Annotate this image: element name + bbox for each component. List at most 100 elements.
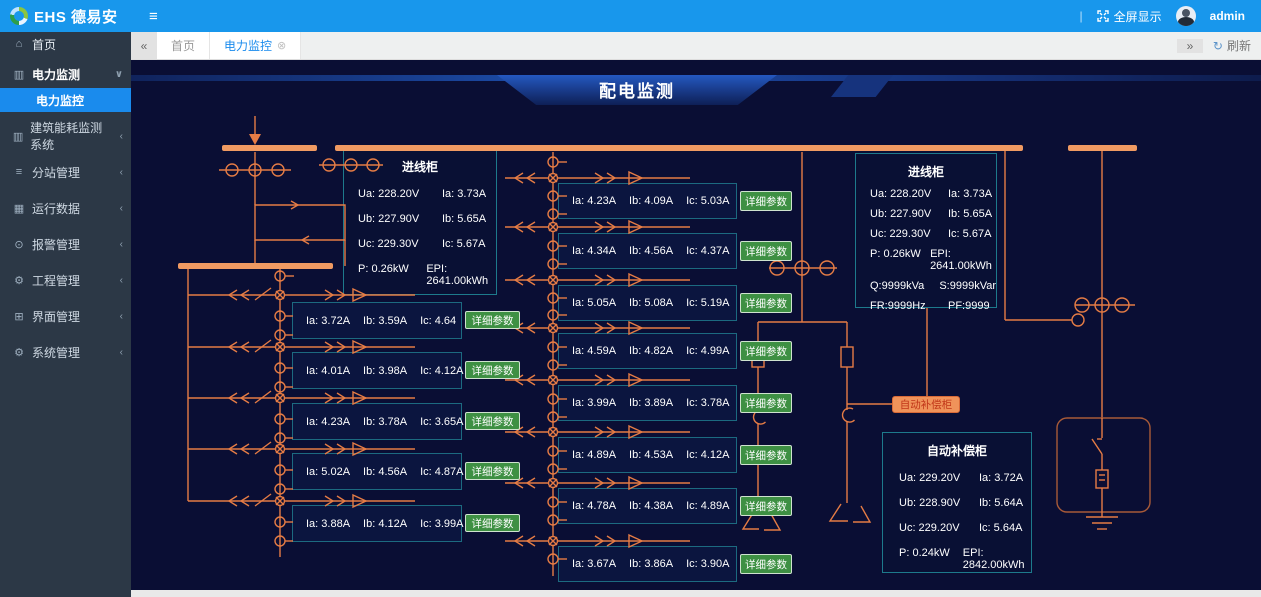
sidebar-item-building-energy[interactable]: ▥ 建筑能耗监测系统 ‹ xyxy=(0,124,131,148)
gear-icon: ⚙ xyxy=(12,346,26,359)
tab-label: 首页 xyxy=(171,37,195,54)
ia-value: Ia: 4.59A xyxy=(572,345,616,357)
brand-text: EHS 德易安 xyxy=(34,6,118,27)
detail-params-button[interactable]: 详细参数 xyxy=(740,341,792,361)
chevron-left-icon: ‹ xyxy=(120,311,123,322)
detail-params-button[interactable]: 详细参数 xyxy=(465,462,520,480)
sidebar-item-label: 运行数据 xyxy=(32,200,80,217)
alarm-icon: ⊙ xyxy=(12,238,26,251)
sidebar-item-label: 首页 xyxy=(32,36,56,53)
metric: Ua: 228.20V xyxy=(870,188,948,200)
user-avatar[interactable] xyxy=(1176,6,1196,26)
auto-compensation-button[interactable]: 自动补偿柜 xyxy=(892,396,960,413)
sidebar-item-label: 分站管理 xyxy=(32,164,80,181)
compensation-cabinet-panel: 自动补偿柜 Ua: 229.20VIa: 3.72A Ub: 228.90VIb… xyxy=(882,432,1032,573)
ia-value: Ia: 4.78A xyxy=(572,500,616,512)
ia-value: Ia: 4.89A xyxy=(572,449,616,461)
ia-value: Ia: 4.34A xyxy=(572,245,616,257)
feeder-reading-box: Ia: 4.78AIb: 4.38AIc: 4.89A xyxy=(558,488,737,524)
metric: Ua: 228.20V xyxy=(358,188,442,200)
ia-value: Ia: 3.88A xyxy=(306,518,350,530)
detail-params-button[interactable]: 详细参数 xyxy=(740,445,792,465)
chevron-down-icon: ∨ xyxy=(115,69,123,80)
fullscreen-button[interactable]: 全屏显示 xyxy=(1097,8,1162,25)
tab-power-monitor[interactable]: 电力监控 ⊗ xyxy=(210,32,301,59)
metric: EPI: 2641.00kWh xyxy=(930,248,996,272)
metric: Ic: 5.67A xyxy=(948,228,991,240)
metric: P: 0.26kW xyxy=(870,248,930,272)
ic-value: Ic: 4.99A xyxy=(686,345,729,357)
incoming-cabinet-left-panel: 进线柜 Ua: 228.20VIa: 3.73A Ub: 227.90VIb: … xyxy=(343,148,497,295)
ic-value: Ic: 3.99A xyxy=(420,518,463,530)
tab-label: 电力监控 xyxy=(224,37,272,54)
detail-params-button[interactable]: 详细参数 xyxy=(740,554,792,574)
sidebar-item-engineering[interactable]: ⚙ 工程管理 ‹ xyxy=(0,268,131,292)
panel-title: 进线柜 xyxy=(344,149,496,175)
ib-value: Ib: 4.09A xyxy=(629,195,673,207)
metric: Ib: 5.64A xyxy=(979,497,1023,509)
sidebar-item-substation[interactable]: ≡ 分站管理 ‹ xyxy=(0,160,131,184)
sidebar-item-interface[interactable]: ⊞ 界面管理 ‹ xyxy=(0,304,131,328)
metric: Ua: 229.20V xyxy=(899,472,979,484)
tab-home[interactable]: 首页 xyxy=(157,32,210,59)
ia-value: Ia: 3.99A xyxy=(572,397,616,409)
chevron-left-icon: ‹ xyxy=(120,239,123,250)
sidebar-item-label: 报警管理 xyxy=(32,236,80,253)
sidebar-item-label: 系统管理 xyxy=(32,344,80,361)
tab-bar: « 首页 电力监控 ⊗ » ↻ 刷新 xyxy=(131,32,1261,60)
tabs-scroll-left-button[interactable]: « xyxy=(131,32,157,59)
sidebar-item-running-data[interactable]: ▦ 运行数据 ‹ xyxy=(0,196,131,220)
brand-ehs: EHS xyxy=(34,9,66,26)
detail-params-button[interactable]: 详细参数 xyxy=(465,514,520,532)
feeder-reading-box: Ia: 4.23AIb: 3.78AIc: 3.65A xyxy=(292,403,462,440)
ic-value: Ic: 5.03A xyxy=(686,195,729,207)
ib-value: Ib: 3.78A xyxy=(363,416,407,428)
username[interactable]: admin xyxy=(1210,9,1245,23)
refresh-icon: ↻ xyxy=(1213,39,1223,53)
feeder-reading-box: Ia: 5.05AIb: 5.08AIc: 5.19A xyxy=(558,285,737,321)
refresh-button[interactable]: ↻ 刷新 xyxy=(1203,37,1261,54)
fullscreen-icon xyxy=(1097,10,1109,22)
sidebar: ⌂ 首页 ▥ 电力监测 ∨ 电力监控 ▥ 建筑能耗监测系统 ‹ ≡ 分站管理 ‹… xyxy=(0,32,131,597)
tab-close-icon[interactable]: ⊗ xyxy=(277,39,286,52)
detail-params-button[interactable]: 详细参数 xyxy=(740,393,792,413)
detail-params-button[interactable]: 详细参数 xyxy=(740,241,792,261)
sidebar-item-system[interactable]: ⚙ 系统管理 ‹ xyxy=(0,340,131,364)
metric: Uc: 229.30V xyxy=(870,228,948,240)
metric: Ia: 3.73A xyxy=(442,188,486,200)
detail-params-button[interactable]: 详细参数 xyxy=(740,293,792,313)
window-icon: ⊞ xyxy=(12,310,26,323)
sidebar-item-power-monitoring[interactable]: ▥ 电力监测 ∨ xyxy=(0,62,131,86)
sidebar-item-power-monitor-active[interactable]: 电力监控 xyxy=(0,88,131,112)
distribution-monitor-canvas: 配电监测 进线柜 Ua: 228.20VIa: 3.73A Ub: 227.90… xyxy=(131,60,1261,597)
ib-value: Ib: 3.89A xyxy=(629,397,673,409)
brand-logo-icon xyxy=(10,7,28,25)
bank-icon: ▥ xyxy=(12,130,24,143)
detail-params-button[interactable]: 详细参数 xyxy=(740,496,792,516)
bottom-strip xyxy=(131,590,1261,597)
feeder-reading-box: Ia: 4.23A Ib: 4.09A Ic: 5.03A xyxy=(558,183,737,219)
detail-params-button[interactable]: 详细参数 xyxy=(465,412,520,430)
sidebar-item-label: 电力监控 xyxy=(36,92,84,109)
metric: P: 0.26kW xyxy=(358,263,426,287)
sidebar-item-alarm[interactable]: ⊙ 报警管理 ‹ xyxy=(0,232,131,256)
feeder-reading-box: Ia: 4.34AIb: 4.56AIc: 4.37A xyxy=(558,233,737,269)
metric: Q:9999kVa xyxy=(870,280,939,292)
sidebar-item-home[interactable]: ⌂ 首页 xyxy=(0,32,131,56)
ib-value: Ib: 5.08A xyxy=(629,297,673,309)
metric: EPI: 2641.00kWh xyxy=(426,263,496,287)
metric: Uc: 229.30V xyxy=(358,238,442,250)
detail-params-button[interactable]: 详细参数 xyxy=(740,191,792,211)
tabs-scroll-right-button[interactable]: » xyxy=(1177,39,1203,53)
ic-value: Ic: 3.78A xyxy=(686,397,729,409)
hamburger-menu-icon[interactable]: ≡ xyxy=(149,8,158,25)
ib-value: Ib: 4.53A xyxy=(629,449,673,461)
ia-value: Ia: 4.23A xyxy=(572,195,616,207)
nav-divider: | xyxy=(1080,9,1083,23)
sidebar-item-label: 工程管理 xyxy=(32,272,80,289)
metric: EPI: 2842.00kWh xyxy=(963,547,1031,571)
metric: Ia: 3.72A xyxy=(979,472,1023,484)
chevron-left-icon: ‹ xyxy=(120,131,123,142)
detail-params-button[interactable]: 详细参数 xyxy=(465,361,520,379)
detail-params-button[interactable]: 详细参数 xyxy=(465,311,520,329)
